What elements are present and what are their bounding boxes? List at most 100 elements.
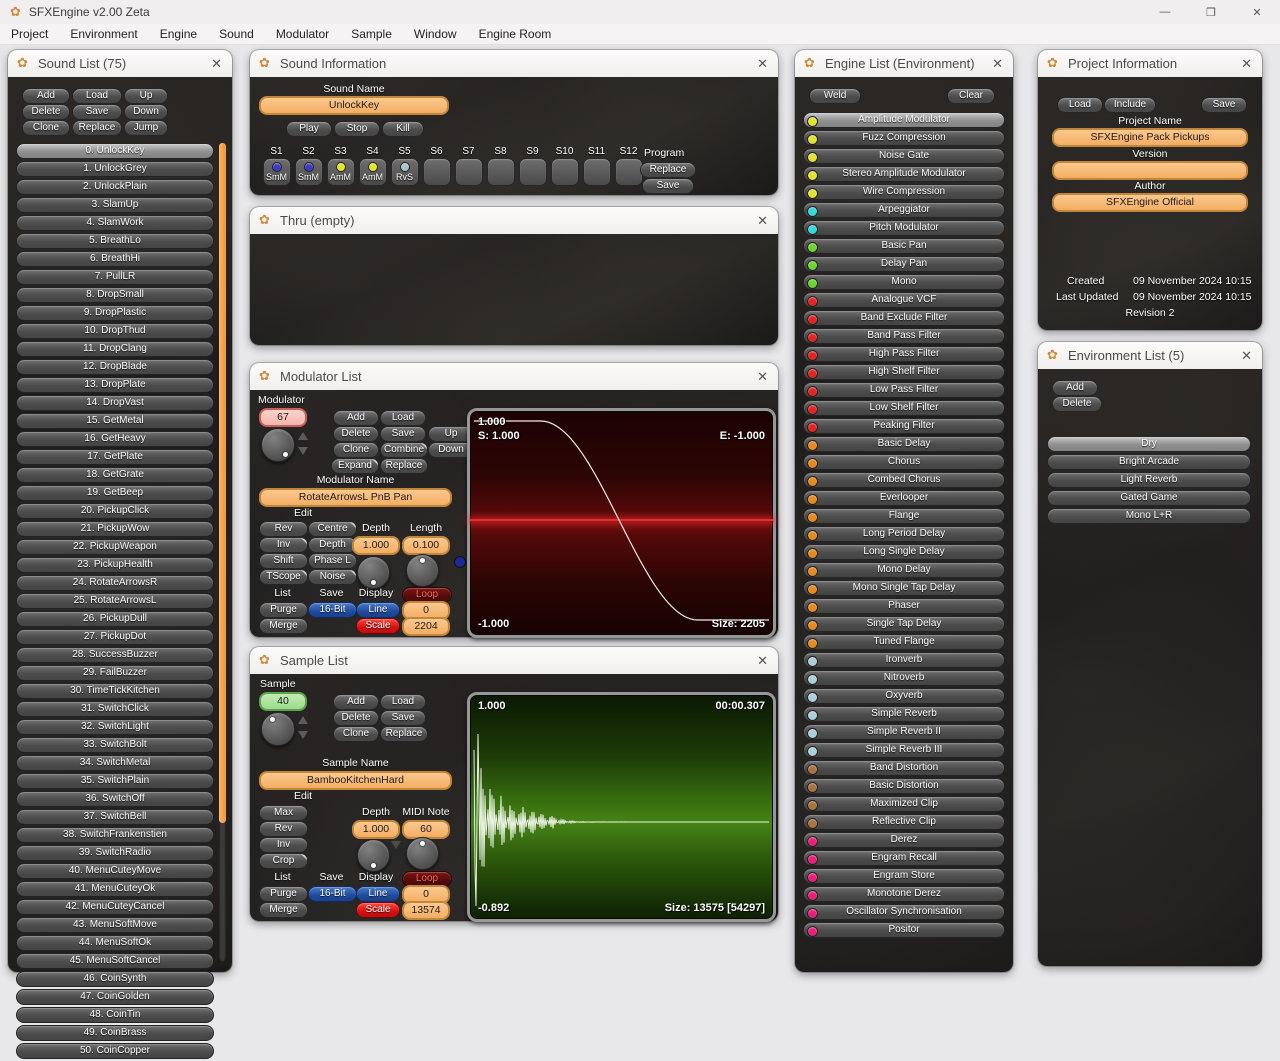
add-button[interactable]: Add — [333, 410, 379, 426]
load-button[interactable]: Load — [380, 410, 426, 426]
engine-item[interactable]: Oxyverb — [803, 688, 1005, 704]
depth-knob[interactable] — [357, 556, 390, 589]
slot[interactable]: S5 RvS — [390, 146, 419, 186]
menu-item[interactable]: Window — [403, 27, 468, 41]
list-item[interactable]: 43. MenuSoftMove — [16, 917, 214, 933]
slot-button[interactable] — [518, 158, 547, 186]
slot-button[interactable] — [582, 158, 611, 186]
list-item[interactable]: 45. MenuSoftCancel — [16, 953, 214, 969]
slot[interactable]: S1 SmM — [262, 146, 291, 186]
merge-button[interactable]: Merge — [259, 618, 308, 634]
add-button[interactable]: Add — [333, 694, 379, 710]
close-panel-icon[interactable]: ✕ — [757, 207, 768, 234]
engine-item[interactable]: Combed Chorus — [803, 472, 1005, 488]
down-button[interactable]: Down — [124, 104, 168, 120]
list-item[interactable]: 10. DropThud — [16, 323, 214, 339]
list-item[interactable]: 15. GetMetal — [16, 413, 214, 429]
delete-button[interactable]: Delete — [333, 710, 379, 726]
scrollbar[interactable] — [219, 143, 226, 962]
depth-value-field[interactable]: 1.000 — [352, 820, 400, 839]
list-item[interactable]: 48. CoinTin — [16, 1007, 214, 1023]
author-field[interactable]: SFXEngine Official — [1052, 193, 1248, 212]
slot-button[interactable]: RvS — [390, 158, 419, 186]
engine-item[interactable]: Wire Compression — [803, 184, 1005, 200]
menu-item[interactable]: Sample — [340, 27, 403, 41]
slot[interactable]: S3 AmM — [326, 146, 355, 186]
up-button[interactable]: Up — [124, 88, 168, 104]
list-item[interactable]: 7. PullLR — [16, 269, 214, 285]
add-button[interactable]: Add — [1052, 380, 1098, 396]
engine-item[interactable]: Mono — [803, 274, 1005, 290]
tscope-button[interactable]: TScope — [259, 569, 308, 585]
environment-item[interactable]: Gated Game — [1047, 490, 1251, 506]
weld-button[interactable]: Weld — [809, 88, 861, 104]
list-item[interactable]: 19. GetBeep — [16, 485, 214, 501]
clear-button[interactable]: Clear — [947, 88, 995, 104]
engine-item[interactable]: Single Tap Delay — [803, 616, 1005, 632]
engine-item[interactable]: Phaser — [803, 598, 1005, 614]
list-item[interactable]: 35. SwitchPlain — [16, 773, 214, 789]
engine-item[interactable]: Everlooper — [803, 490, 1005, 506]
slot[interactable]: S6 — [422, 146, 451, 186]
sample-index-knob[interactable] — [261, 712, 295, 746]
list-item[interactable]: 40. MenuCuteyMove — [16, 863, 214, 879]
length-value-field[interactable]: 0.100 — [402, 536, 450, 555]
engine-item[interactable]: Peaking Filter — [803, 418, 1005, 434]
engine-item[interactable]: Reflective Clip — [803, 814, 1005, 830]
engine-item[interactable]: Long Period Delay — [803, 526, 1005, 542]
delete-button[interactable]: Delete — [1052, 396, 1102, 412]
close-panel-icon[interactable]: ✕ — [757, 363, 768, 390]
program-replace-button[interactable]: Replace — [640, 162, 696, 178]
phase-button[interactable]: Phase L — [308, 553, 357, 569]
engine-item[interactable]: Arpeggiator — [803, 202, 1005, 218]
list-item[interactable]: 26. PickupDull — [16, 611, 214, 627]
list-item[interactable]: 30. TimeTickKitchen — [16, 683, 214, 699]
slot-button[interactable] — [550, 158, 579, 186]
scale-button[interactable]: Scale — [356, 618, 400, 634]
list-item[interactable]: 13. DropPlate — [16, 377, 214, 393]
replace-button[interactable]: Replace — [380, 458, 428, 474]
load-button[interactable]: Load — [72, 88, 122, 104]
engine-item[interactable]: Mono Single Tap Delay — [803, 580, 1005, 596]
close-panel-icon[interactable]: ✕ — [1241, 342, 1252, 369]
close-panel-icon[interactable]: ✕ — [1241, 50, 1252, 77]
engine-item[interactable]: Low Shelf Filter — [803, 400, 1005, 416]
list-item[interactable]: 44. MenuSoftOk — [16, 935, 214, 951]
slot-button[interactable]: AmM — [358, 158, 387, 186]
load-button[interactable]: Load — [1057, 97, 1103, 113]
depth-button[interactable]: Depth — [308, 537, 357, 553]
engine-item[interactable]: Band Pass Filter — [803, 328, 1005, 344]
list-item[interactable]: 27. PickupDot — [16, 629, 214, 645]
list-item[interactable]: 28. SuccessBuzzer — [16, 647, 214, 663]
include-button[interactable]: Include — [1104, 97, 1156, 113]
list-item[interactable]: 37. SwitchBell — [16, 809, 214, 825]
save-button[interactable]: Save — [72, 104, 122, 120]
list-item[interactable]: 29. FailBuzzer — [16, 665, 214, 681]
engine-item[interactable]: Long Single Delay — [803, 544, 1005, 560]
modulator-index-knob[interactable] — [261, 428, 295, 462]
list-item[interactable]: 6. BreathHi — [16, 251, 214, 267]
list-item[interactable]: 49. CoinBrass — [16, 1025, 214, 1041]
depth-value-field[interactable]: 1.000 — [352, 536, 400, 555]
decrement-arrow-icon[interactable] — [298, 447, 308, 455]
version-field[interactable] — [1052, 161, 1248, 180]
slot[interactable]: S11 — [582, 146, 611, 186]
purge-button[interactable]: Purge — [259, 886, 308, 902]
slot[interactable]: S7 — [454, 146, 483, 186]
close-panel-icon[interactable]: ✕ — [757, 647, 768, 674]
menu-item[interactable]: Modulator — [265, 27, 340, 41]
line-button[interactable]: Line — [356, 602, 400, 618]
list-item[interactable]: 5. BreathLo — [16, 233, 214, 249]
load-button[interactable]: Load — [380, 694, 426, 710]
menu-item[interactable]: Sound — [208, 27, 265, 41]
length-knob[interactable] — [406, 554, 439, 587]
list-item[interactable]: 12. DropBlade — [16, 359, 214, 375]
engine-item[interactable]: Mono Delay — [803, 562, 1005, 578]
slot[interactable]: S12 — [614, 146, 643, 186]
inv-button[interactable]: Inv — [259, 837, 308, 853]
close-panel-icon[interactable]: ✕ — [211, 50, 222, 77]
environment-item[interactable]: Light Reverb — [1047, 472, 1251, 488]
line-button[interactable]: Line — [356, 886, 400, 902]
bit-depth-button[interactable]: 16-Bit — [308, 886, 357, 902]
engine-item[interactable]: Fuzz Compression — [803, 130, 1005, 146]
